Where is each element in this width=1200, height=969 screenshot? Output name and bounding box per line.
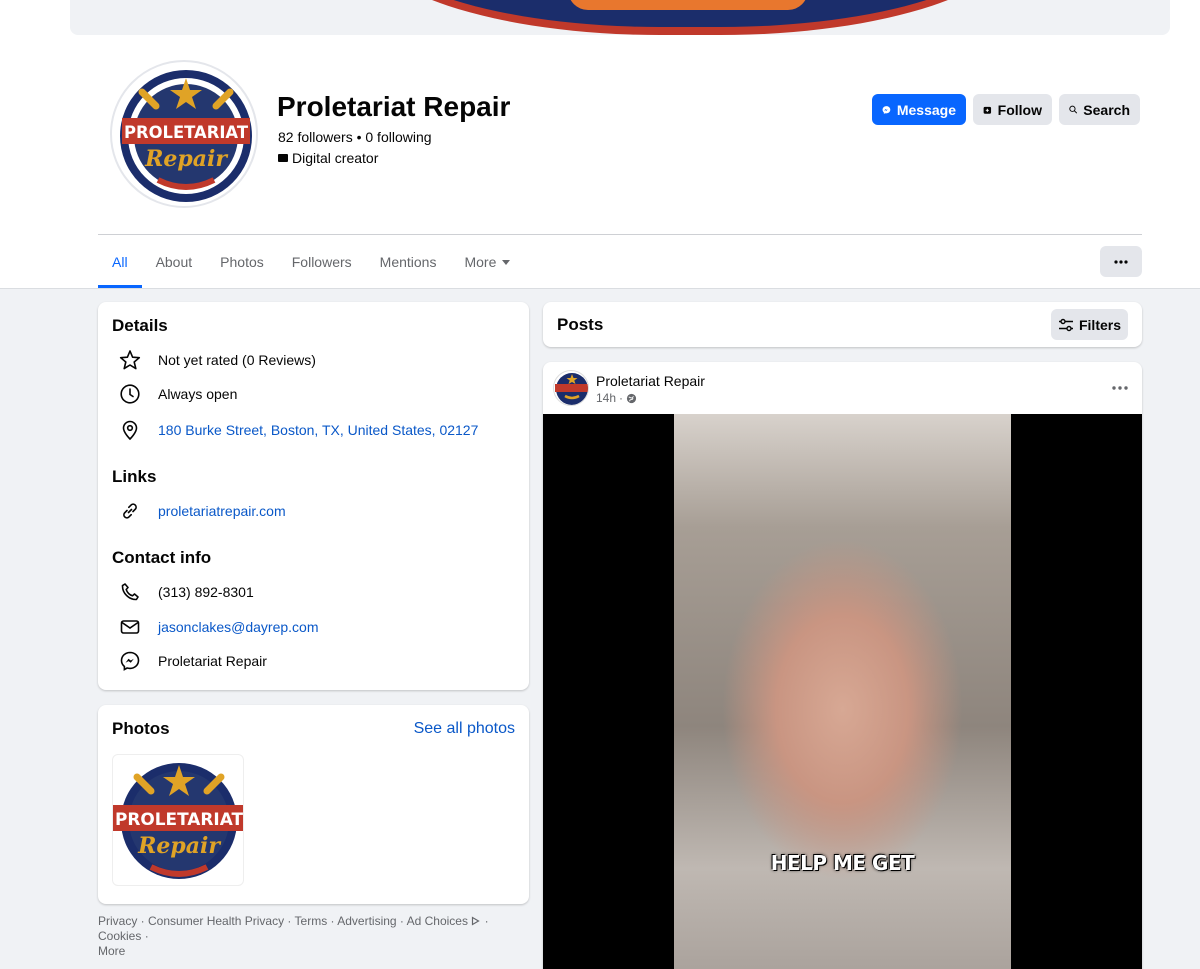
website-link[interactable]: proletariatrepair.com — [158, 503, 286, 519]
tab-followers[interactable]: Followers — [278, 236, 366, 288]
tab-label: About — [155, 254, 193, 270]
search-label: Search — [1083, 101, 1130, 118]
logo-text-bottom: Repair — [144, 146, 228, 172]
tab-more[interactable]: More — [450, 236, 524, 288]
photo-thumbnail[interactable]: PROLETARIAT Repair — [112, 754, 244, 886]
logo-image: PROLETARIAT Repair — [120, 70, 252, 202]
profile-header: PROLETARIAT Repair Proletariat Repair 82… — [0, 0, 1200, 289]
messenger-row: Proletariat Repair — [118, 649, 267, 673]
tab-mentions[interactable]: Mentions — [366, 236, 451, 288]
email-icon — [118, 615, 142, 639]
page-category: Digital creator — [278, 150, 378, 166]
logo-text-top: PROLETARIAT — [115, 810, 243, 830]
footer-link-privacy[interactable]: Privacy — [98, 914, 137, 928]
tab-label: All — [112, 254, 128, 270]
location-pin-icon — [118, 418, 142, 442]
see-all-photos-link[interactable]: See all photos — [414, 720, 515, 738]
logo-image: PROLETARIAT Repair — [113, 763, 243, 879]
phone-text: (313) 892-8301 — [158, 584, 254, 600]
followers-count[interactable]: 82 followers • 0 following — [278, 129, 432, 145]
footer-links: Privacy · Consumer Health Privacy · Term… — [98, 914, 489, 958]
filters-button[interactable]: Filters — [1051, 309, 1128, 340]
video-caption: HELP ME GET — [770, 851, 915, 875]
clock-icon — [118, 382, 142, 406]
posts-title: Posts — [557, 315, 604, 334]
filters-label: Filters — [1078, 316, 1121, 333]
messenger-text[interactable]: Proletariat Repair — [158, 653, 267, 669]
address-row: 180 Burke Street, Boston, TX, United Sta… — [118, 418, 478, 442]
logo-image — [555, 373, 588, 405]
cover-photo[interactable] — [70, 0, 1170, 35]
cover-logo-graphic — [360, 0, 1020, 35]
rating-row: Not yet rated (0 Reviews) — [118, 348, 316, 372]
posts-header-card: Posts Filters — [543, 302, 1142, 347]
link-icon — [118, 499, 142, 523]
footer-link-cookies[interactable]: Cookies — [98, 929, 141, 943]
address-link[interactable]: 180 Burke Street, Boston, TX, United Sta… — [158, 422, 478, 438]
logo-text-bottom: Repair — [137, 833, 221, 859]
logo-text-top: PROLETARIAT — [124, 123, 248, 143]
ad-choices-icon — [472, 916, 481, 926]
messenger-icon — [882, 105, 891, 114]
profile-picture[interactable]: PROLETARIAT Repair — [110, 60, 258, 208]
ellipsis-icon — [1112, 386, 1128, 390]
post-author-avatar[interactable] — [553, 370, 589, 406]
tab-about[interactable]: About — [142, 236, 207, 288]
website-row: proletariatrepair.com — [118, 499, 286, 523]
tab-label: More — [464, 254, 497, 270]
photos-card: Photos See all photos PROLETARIAT Repair — [98, 705, 529, 904]
contact-title: Contact info — [112, 548, 212, 567]
page-title: Proletariat Repair — [277, 91, 511, 122]
follow-icon — [983, 106, 992, 114]
footer-link-more[interactable]: More — [98, 944, 125, 958]
globe-icon — [626, 393, 637, 403]
tab-all[interactable]: All — [98, 236, 142, 288]
photos-title: Photos — [112, 719, 170, 738]
search-icon — [1069, 105, 1077, 114]
sliders-icon — [1058, 318, 1073, 331]
details-title: Details — [112, 316, 168, 335]
profile-tabs: All About Photos Followers Mentions More — [98, 236, 524, 288]
phone-icon — [118, 580, 142, 604]
messenger-outline-icon — [118, 649, 142, 673]
post-options-button[interactable] — [1108, 376, 1132, 400]
footer-link-ad-choices[interactable]: Ad Choices — [407, 914, 468, 928]
email-row: jasonclakes@dayrep.com — [118, 615, 319, 639]
phone-row: (313) 892-8301 — [118, 580, 254, 604]
tab-label: Followers — [291, 254, 352, 270]
video-frame: HELP ME GET — [674, 414, 1011, 969]
post-time-text[interactable]: 14h — [596, 391, 616, 405]
dot-separator: · — [619, 391, 624, 405]
briefcase-icon — [278, 154, 288, 162]
tab-photos[interactable]: Photos — [206, 236, 278, 288]
post-card: Proletariat Repair 14h · HELP ME GET — [543, 362, 1142, 969]
post-video[interactable]: HELP ME GET — [543, 414, 1142, 969]
footer-link-advertising[interactable]: Advertising — [337, 914, 396, 928]
follow-label: Follow — [997, 101, 1042, 118]
post-timestamp: 14h · — [596, 391, 637, 405]
email-link[interactable]: jasonclakes@dayrep.com — [158, 619, 319, 635]
tab-label: Photos — [220, 254, 264, 270]
post-author-name[interactable]: Proletariat Repair — [596, 373, 705, 389]
hours-text: Always open — [158, 386, 238, 402]
more-options-button[interactable] — [1100, 246, 1142, 277]
footer-link-health-privacy[interactable]: Consumer Health Privacy — [148, 914, 284, 928]
follow-button[interactable]: Follow — [973, 94, 1052, 125]
header-divider — [98, 234, 1142, 235]
rating-text: Not yet rated (0 Reviews) — [158, 352, 316, 368]
message-button[interactable]: Message — [872, 94, 966, 125]
details-card: Details Not yet rated (0 Reviews) Always… — [98, 302, 529, 690]
footer-link-terms[interactable]: Terms — [295, 914, 328, 928]
links-title: Links — [112, 467, 157, 486]
search-button[interactable]: Search — [1059, 94, 1140, 125]
tab-label: Mentions — [379, 254, 437, 270]
star-icon — [118, 348, 142, 372]
ellipsis-icon — [1114, 259, 1128, 264]
category-label: Digital creator — [292, 150, 379, 166]
message-label: Message — [896, 101, 956, 118]
hours-row: Always open — [118, 382, 237, 406]
caret-down-icon — [502, 259, 511, 265]
